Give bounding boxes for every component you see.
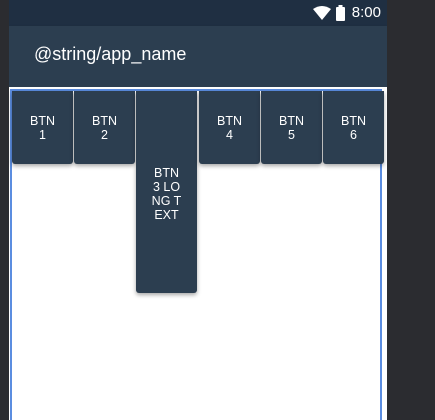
btn-4[interactable]: BTN 4 (199, 91, 260, 164)
btn-2[interactable]: BTN 2 (74, 91, 135, 164)
left-margin (0, 0, 9, 420)
btn-5[interactable]: BTN 5 (261, 91, 322, 164)
wifi-icon (312, 5, 331, 20)
content-area: BTN 1 BTN 2 BTN 3 LONG TEXT BTN 4 BTN 5 … (9, 87, 387, 420)
battery-icon (335, 4, 345, 21)
btn-2-label: BTN 2 (92, 113, 117, 142)
status-bar: 8:00 (9, 0, 387, 26)
device-screen: 8:00 @string/app_name BTN 1 BTN 2 BTN 3 … (9, 0, 387, 420)
button-row: BTN 1 BTN 2 BTN 3 LONG TEXT BTN 4 BTN 5 … (12, 91, 384, 293)
btn-5-label: BTN 5 (279, 113, 304, 142)
right-margin (387, 0, 435, 420)
status-time: 8:00 (351, 4, 381, 21)
btn-3-long-text[interactable]: BTN 3 LONG TEXT (136, 91, 197, 293)
app-bar: @string/app_name (9, 26, 387, 87)
btn-3-label: BTN 3 LONG TEXT (151, 166, 182, 222)
btn-6[interactable]: BTN 6 (323, 91, 384, 164)
btn-1-label: BTN 1 (30, 113, 55, 142)
btn-1[interactable]: BTN 1 (12, 91, 73, 164)
app-title: @string/app_name (34, 44, 187, 64)
btn-6-label: BTN 6 (341, 113, 366, 142)
status-icons: 8:00 (312, 4, 381, 21)
btn-4-label: BTN 4 (217, 113, 242, 142)
